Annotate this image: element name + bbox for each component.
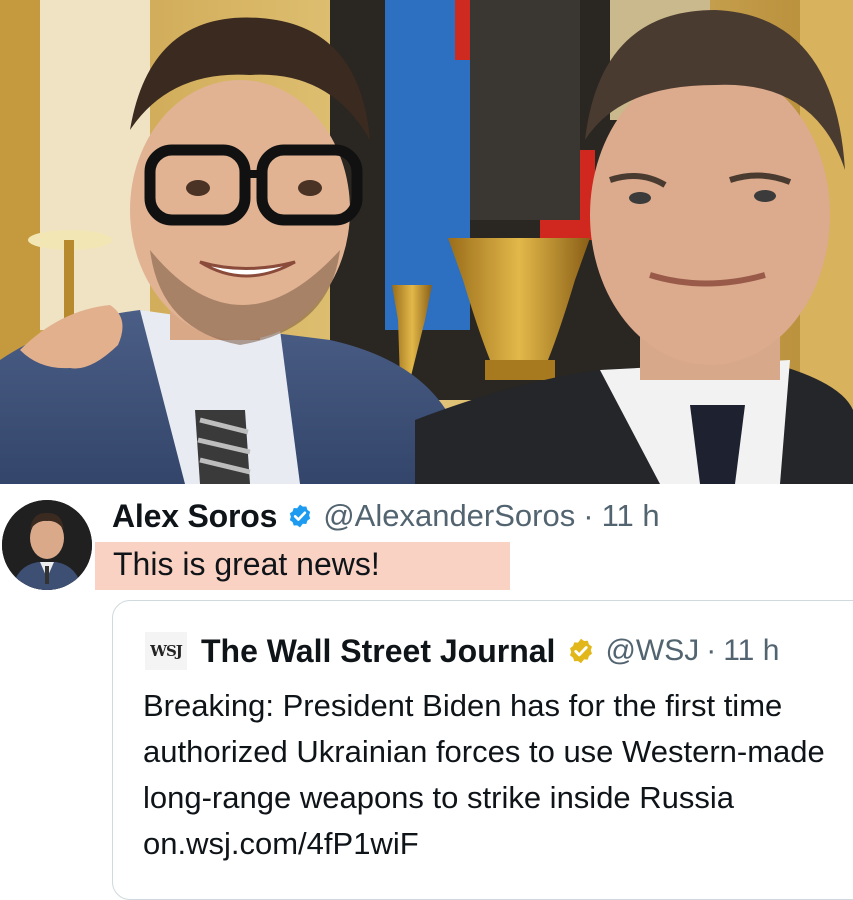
quoted-tweet[interactable]: WSJ The Wall Street Journal @WSJ · 11 h … <box>112 600 853 900</box>
verified-badge-blue-icon <box>287 503 313 529</box>
verified-badge-gold-icon <box>567 637 595 665</box>
tweet-text: This is great news! <box>113 546 380 582</box>
photo-illustration <box>0 0 853 484</box>
author-handle[interactable]: @AlexanderSoros <box>323 498 575 534</box>
author-name[interactable]: Alex Soros <box>112 498 277 535</box>
wsj-logo[interactable]: WSJ <box>145 632 187 670</box>
quoted-author-handle[interactable]: @WSJ <box>605 634 699 668</box>
tweet-header: Alex Soros @AlexanderSoros · 11 h <box>112 496 660 536</box>
avatar[interactable] <box>2 500 92 590</box>
quoted-tweet-time[interactable]: 11 h <box>723 634 779 668</box>
quoted-author-name[interactable]: The Wall Street Journal <box>201 633 555 670</box>
quoted-tweet-header: WSJ The Wall Street Journal @WSJ · 11 h <box>145 631 779 671</box>
separator-dot: · <box>583 498 594 533</box>
tweet-text-highlight: This is great news! <box>95 542 510 590</box>
tweet-photo[interactable] <box>0 0 853 484</box>
tweet-time[interactable]: 11 h <box>602 498 660 534</box>
tweet: Alex Soros @AlexanderSoros · 11 h This i… <box>0 484 853 900</box>
separator-dot: · <box>706 634 717 667</box>
avatar-icon <box>2 500 92 590</box>
quoted-tweet-text: Breaking: President Biden has for the fi… <box>143 688 825 861</box>
